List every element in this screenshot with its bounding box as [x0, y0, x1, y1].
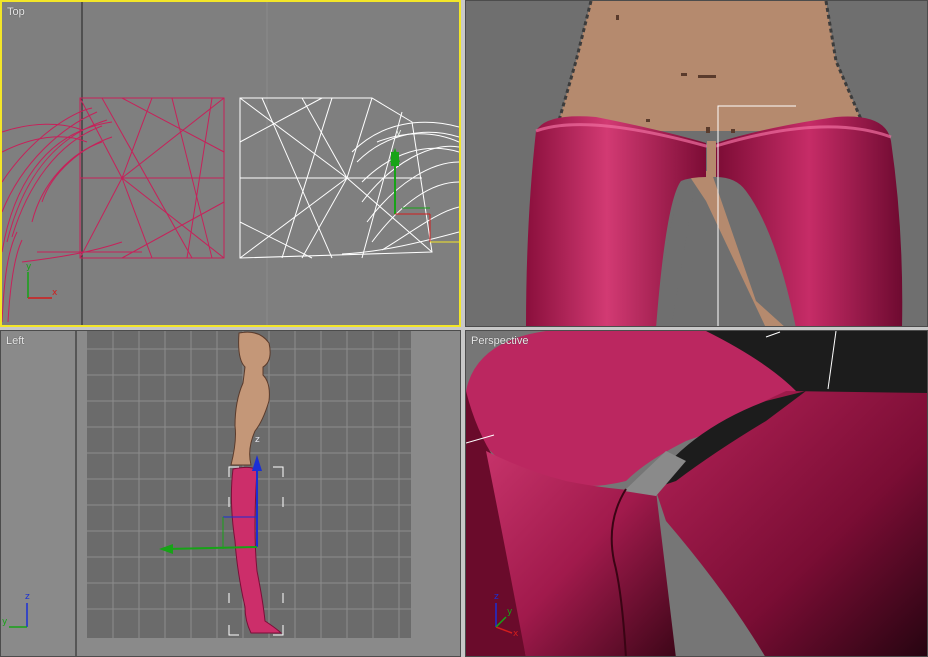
- axis-tripod-label-z: z: [25, 592, 30, 602]
- axis-tripod-label-x: x: [52, 288, 58, 298]
- axis-tripod-label-x: x: [513, 629, 519, 639]
- viewport-front[interactable]: [465, 0, 928, 327]
- viewport-top[interactable]: Top y y x: [0, 0, 461, 327]
- pink-right-leg[interactable]: [716, 116, 903, 328]
- viewport-perspective[interactable]: Perspective z y x: [465, 330, 928, 657]
- axis-tripod-label-y: y: [2, 617, 8, 627]
- viewport-left[interactable]: Left z z y: [0, 330, 461, 657]
- transform-gizmo-top[interactable]: [390, 148, 459, 243]
- front-viewport-canvas: [526, 1, 903, 328]
- white-wireframe-mesh[interactable]: [239, 97, 459, 259]
- left-viewport-canvas: [9, 331, 411, 656]
- gizmo-z-label: z: [255, 435, 260, 445]
- axis-tripod-label-z: z: [494, 592, 499, 602]
- pink-wireframe-mesh[interactable]: [2, 97, 225, 323]
- gizmo-y-label: y: [396, 128, 402, 138]
- perspective-viewport-canvas: [466, 331, 927, 656]
- axis-tripod-left: [9, 603, 28, 628]
- top-viewport-canvas: [2, 2, 459, 325]
- axis-tripod-label-y: y: [507, 607, 513, 617]
- axis-tripod-top: [27, 272, 52, 299]
- axis-tripod-label-y: y: [26, 262, 32, 272]
- skin-torso[interactable]: [556, 1, 866, 131]
